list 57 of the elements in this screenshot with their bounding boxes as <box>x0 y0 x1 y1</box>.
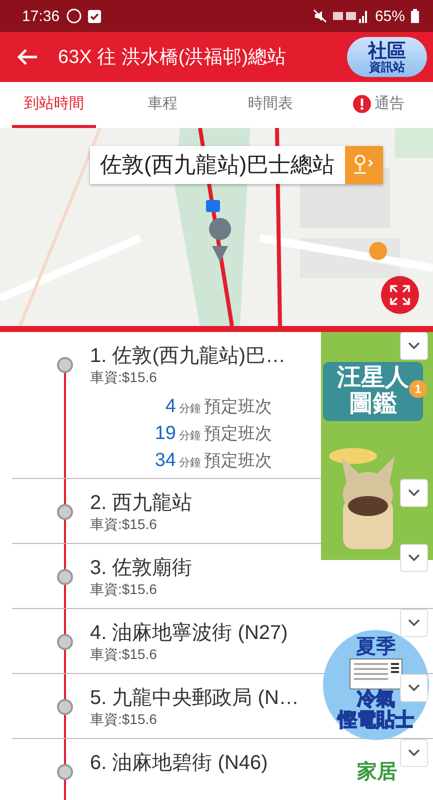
battery-percent: 65% <box>374 8 405 24</box>
signal-icon <box>332 9 369 23</box>
stop-name: 4. 油麻地寧波街 (N27) <box>90 621 288 646</box>
pin-arrow-icon <box>352 154 376 176</box>
chevron-down-icon <box>408 342 420 350</box>
banner-title: 家居 <box>357 761 397 785</box>
fare-label: 車資:$15.6 <box>90 369 157 387</box>
chevron-down-icon <box>408 619 420 627</box>
stop-dot <box>57 569 73 585</box>
fare-label: 車資:$15.6 <box>90 646 157 664</box>
fare-label: 車資:$15.6 <box>90 711 157 729</box>
chevron-down-icon <box>408 749 420 757</box>
banner-number: 1 <box>409 380 427 398</box>
banner-title: 慳電貼士 <box>338 710 414 732</box>
stop-name: 3. 佐敦廟街 <box>90 556 192 581</box>
expand-button[interactable] <box>400 739 428 767</box>
chevron-down-icon <box>408 684 420 692</box>
stop-dot <box>57 699 73 715</box>
chevron-down-icon <box>408 489 420 497</box>
expand-button[interactable] <box>400 544 428 572</box>
stop-dot <box>57 634 73 650</box>
banner-title: 汪星人 <box>337 365 409 391</box>
expand-button[interactable] <box>400 479 428 507</box>
tab[interactable]: 通告 <box>336 82 421 128</box>
banner-title: 夏季 <box>356 636 396 658</box>
callout-title: 佐敦(西九龍站)巴士總站 <box>99 151 336 179</box>
mute-icon <box>312 9 327 23</box>
stop-name: 2. 西九龍站 <box>90 491 192 516</box>
expand-icon <box>389 284 411 306</box>
stop-name: 5. 九龍中央郵政局 (N… <box>90 686 299 711</box>
back-arrow-icon[interactable] <box>16 48 38 66</box>
expand-button[interactable] <box>400 332 428 360</box>
community-button[interactable]: 社區 資訊站 <box>347 37 427 77</box>
arrival-time: 4 分鐘 預定班次 <box>165 395 272 418</box>
pet-banner[interactable]: 汪星人 圖鑑 1 <box>321 332 433 560</box>
stop-name: 6. 油麻地碧街 (N46) <box>90 751 268 776</box>
home-banner[interactable]: 家居 <box>321 757 433 800</box>
clock: 17:36 <box>22 8 60 24</box>
fare-label: 車資:$15.6 <box>90 581 157 599</box>
stop-dot <box>57 357 73 373</box>
tab[interactable]: 時間表 <box>228 82 313 128</box>
arrival-time: 34 分鐘 預定班次 <box>154 449 272 472</box>
battery-icon <box>411 9 419 23</box>
tab[interactable]: 車程 <box>120 82 204 128</box>
fare-label: 車資:$15.6 <box>90 516 157 534</box>
banner-title: 圖鑑 <box>349 391 397 418</box>
expand-button[interactable] <box>400 609 428 637</box>
stop-name: 1. 佐敦(西九龍站)巴… <box>90 344 286 369</box>
chevron-down-icon <box>408 554 420 562</box>
checkbox-icon <box>88 10 101 22</box>
expand-button[interactable] <box>400 674 428 702</box>
route-title: 63X 往 洪水橋(洪福邨)總站 <box>58 46 288 70</box>
arrival-time: 19 分鐘 預定班次 <box>154 422 272 445</box>
banner-title: 冷氣 <box>357 690 395 710</box>
air-conditioner-icon <box>349 658 403 690</box>
stop-dot <box>57 504 73 520</box>
stop-dot <box>57 764 73 780</box>
